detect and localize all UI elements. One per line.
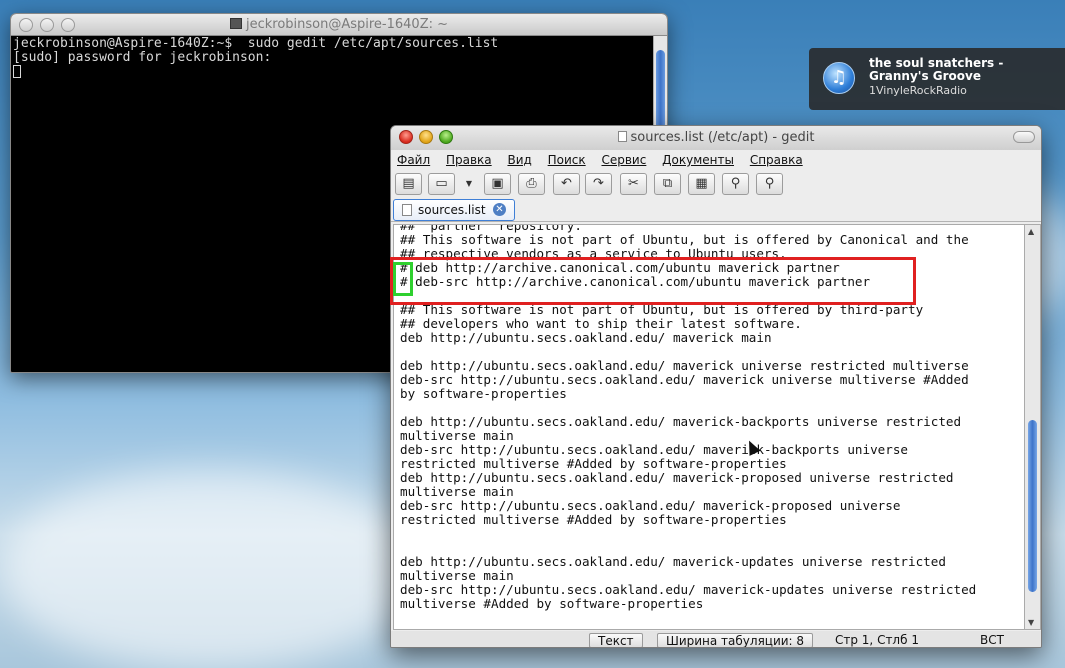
editor-scrollbar[interactable]: ▲ ▼ bbox=[1025, 224, 1041, 630]
code-line: deb http://ubuntu.secs.oakland.edu/ mave… bbox=[400, 554, 946, 569]
code-line: deb-src http://ubuntu.secs.oakland.edu/ … bbox=[400, 372, 969, 387]
menu-edit[interactable]: Правка bbox=[446, 150, 492, 171]
background-cloud bbox=[0, 470, 420, 668]
toolbar-toggle-button[interactable] bbox=[1013, 131, 1035, 143]
tab-label: sources.list bbox=[418, 203, 486, 217]
tab-width-selector[interactable]: Ширина табуляции: 8 bbox=[657, 633, 814, 647]
menu-help[interactable]: Справка bbox=[750, 150, 803, 171]
code-line: deb http://ubuntu.secs.oakland.edu/ mave… bbox=[400, 330, 772, 345]
terminal-title-text: jeckrobinson@Aspire-1640Z: ~ bbox=[245, 17, 449, 32]
editor-scroll-thumb[interactable] bbox=[1028, 420, 1037, 592]
terminal-cursor bbox=[13, 65, 21, 78]
scroll-down-icon[interactable]: ▼ bbox=[1028, 618, 1034, 627]
code-line: deb http://ubuntu.secs.oakland.edu/ mave… bbox=[400, 358, 969, 373]
terminal-line: [sudo] password for jeckrobinson: bbox=[13, 50, 272, 65]
redo-icon[interactable]: ↷ bbox=[585, 173, 612, 195]
code-line: ## This software is not part of Ubuntu, … bbox=[400, 232, 969, 247]
find-icon[interactable]: ⚲ bbox=[722, 173, 749, 195]
open-icon[interactable]: ▭ bbox=[428, 173, 455, 195]
print-icon[interactable]: ⎙ bbox=[518, 173, 545, 195]
cursor-position: Стр 1, Стлб 1 bbox=[835, 633, 919, 647]
gedit-window[interactable]: sources.list (/etc/apt) - gedit Файл Пра… bbox=[390, 125, 1042, 648]
music-notification[interactable]: ♫ the soul snatchers - Granny's Groove 1… bbox=[809, 48, 1065, 110]
close-tab-icon[interactable]: ✕ bbox=[493, 203, 506, 216]
code-line: multiverse main bbox=[400, 484, 514, 499]
notification-title: the soul snatchers - Granny's Groove bbox=[869, 56, 1004, 83]
highlight-box-green bbox=[393, 262, 413, 296]
menu-bar: Файл Правка Вид Поиск Сервис Документы С… bbox=[391, 150, 1041, 171]
code-line: multiverse main bbox=[400, 568, 514, 583]
code-line: restricted multiverse #Added by software… bbox=[400, 456, 787, 471]
menu-search[interactable]: Поиск bbox=[548, 150, 586, 171]
menu-view[interactable]: Вид bbox=[507, 150, 531, 171]
code-line: deb-src http://ubuntu.secs.oakland.edu/ … bbox=[400, 582, 977, 597]
menu-documents[interactable]: Документы bbox=[662, 150, 734, 171]
code-line: deb http://ubuntu.secs.oakland.edu/ mave… bbox=[400, 470, 954, 485]
document-icon bbox=[402, 204, 412, 216]
itunes-icon: ♫ bbox=[823, 62, 855, 94]
tab-sources-list[interactable]: sources.list ✕ bbox=[393, 199, 515, 221]
terminal-titlebar[interactable]: jeckrobinson@Aspire-1640Z: ~ bbox=[11, 14, 667, 36]
open-recent-chevron-down-icon[interactable]: ▼ bbox=[463, 173, 475, 195]
paste-icon[interactable]: ▦ bbox=[688, 173, 715, 195]
gedit-titlebar[interactable]: sources.list (/etc/apt) - gedit bbox=[391, 126, 1041, 150]
status-bar: Текст Ширина табуляции: 8 Стр 1, Стлб 1 … bbox=[391, 631, 1041, 647]
code-line: by software-properties bbox=[400, 386, 567, 401]
find-replace-icon[interactable]: ⚲ bbox=[756, 173, 783, 195]
code-line: multiverse #Added by software-properties bbox=[400, 596, 704, 611]
terminal-line: jeckrobinson@Aspire-1640Z:~$ sudo gedit … bbox=[13, 36, 499, 51]
code-line: deb http://ubuntu.secs.oakland.edu/ mave… bbox=[400, 414, 962, 429]
gedit-title-text: sources.list (/etc/apt) - gedit bbox=[630, 130, 815, 145]
copy-icon[interactable]: ⧉ bbox=[654, 173, 681, 195]
notification-subtitle: 1VinyleRockRadio bbox=[869, 84, 967, 97]
menu-tools[interactable]: Сервис bbox=[601, 150, 646, 171]
code-line: deb-src http://ubuntu.secs.oakland.edu/ … bbox=[400, 442, 908, 457]
tab-strip: sources.list ✕ bbox=[391, 197, 1041, 222]
document-icon bbox=[617, 131, 627, 142]
terminal-icon bbox=[229, 18, 242, 29]
cut-icon[interactable]: ✂ bbox=[620, 173, 647, 195]
code-line: restricted multiverse #Added by software… bbox=[400, 512, 787, 527]
insert-mode: ВСТ bbox=[980, 633, 1004, 647]
scroll-up-icon[interactable]: ▲ bbox=[1028, 227, 1034, 236]
terminal-title: jeckrobinson@Aspire-1640Z: ~ bbox=[11, 17, 667, 32]
save-icon[interactable]: ▣ bbox=[484, 173, 511, 195]
code-line: multiverse main bbox=[400, 428, 514, 443]
code-line: deb-src http://ubuntu.secs.oakland.edu/ … bbox=[400, 498, 901, 513]
menu-file[interactable]: Файл bbox=[397, 150, 430, 171]
toolbar: ▤ ▭ ▼ ▣ ⎙ ↶ ↷ ✂ ⧉ ▦ ⚲ ⚲ bbox=[391, 171, 1041, 197]
highlight-box-red bbox=[390, 257, 916, 305]
new-doc-icon[interactable]: ▤ bbox=[395, 173, 422, 195]
gedit-title: sources.list (/etc/apt) - gedit bbox=[391, 130, 1041, 145]
language-selector[interactable]: Текст bbox=[589, 633, 643, 647]
code-line: ## developers who want to ship their lat… bbox=[400, 316, 802, 331]
code-line: ## This software is not part of Ubuntu, … bbox=[400, 302, 924, 317]
undo-icon[interactable]: ↶ bbox=[553, 173, 580, 195]
